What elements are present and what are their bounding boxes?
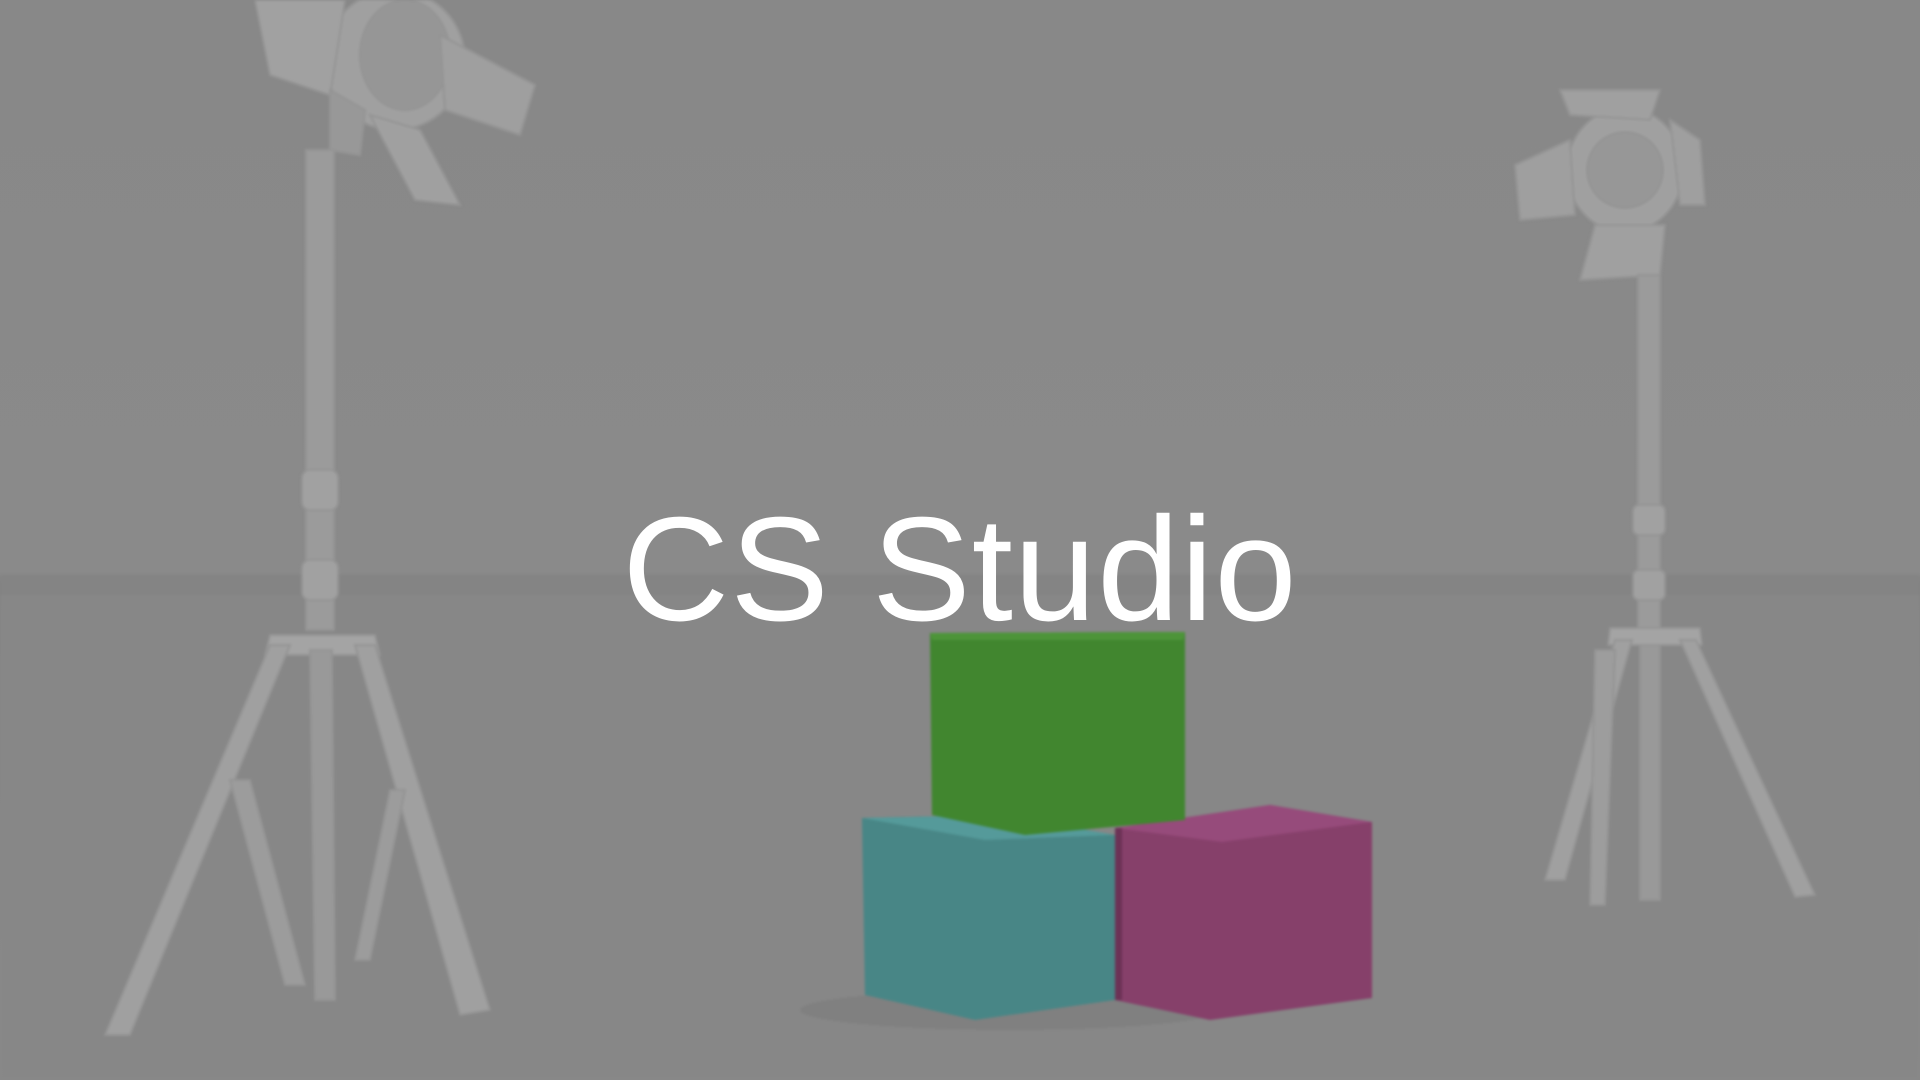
app-title: CS Studio [622, 487, 1298, 652]
magenta-cube-icon [1115, 805, 1372, 1020]
green-cube-icon [930, 632, 1185, 835]
teal-cube-icon [862, 815, 1115, 1020]
splash-screen: CS Studio [0, 0, 1920, 1080]
